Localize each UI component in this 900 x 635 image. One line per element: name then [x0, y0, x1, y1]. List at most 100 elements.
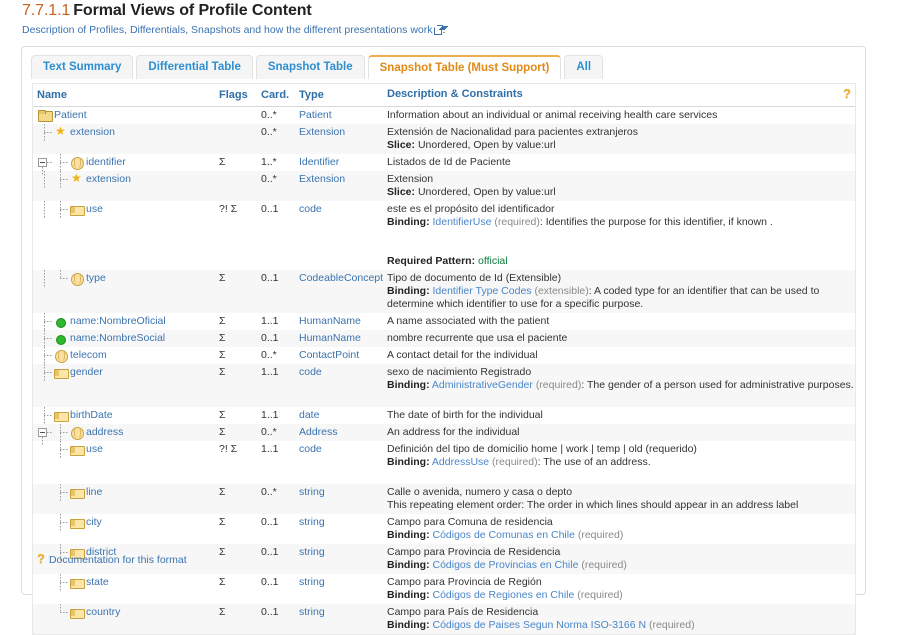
tab-all[interactable]: All	[564, 55, 603, 79]
cell-description: Listados de Id de Paciente	[383, 154, 856, 171]
description-text: : The gender of a person used for admini…	[581, 379, 853, 391]
binding-link[interactable]: Códigos de Comunas en Chile	[433, 529, 575, 541]
cell-type: Extension	[295, 171, 383, 201]
cell-flags: Σ	[215, 604, 257, 634]
binding-link[interactable]: AddressUse	[432, 456, 489, 468]
expand-collapse-toggle[interactable]	[37, 156, 53, 169]
description-line: A name associated with the patient	[387, 315, 854, 328]
type-link[interactable]: string	[299, 486, 325, 498]
element-name-link[interactable]: type	[86, 272, 106, 284]
description-text: This repeating element order: The order …	[387, 499, 798, 511]
cell-flags: Σ	[215, 544, 257, 574]
type-link[interactable]: ContactPoint	[299, 349, 359, 361]
cell-description: Definición del tipo de domicilio home | …	[383, 441, 856, 484]
cell-name: Patient	[33, 107, 215, 125]
tab-differential-table[interactable]: Differential Table	[136, 55, 252, 79]
description-line: Extension	[387, 173, 854, 186]
binding-link[interactable]: IdentifierUse	[433, 216, 492, 228]
subtitle-link[interactable]: Description of Profiles, Differentials, …	[22, 24, 433, 36]
description-text: sexo de nacimiento Registrado	[387, 366, 531, 378]
tab-snapshot-table[interactable]: Snapshot Table	[256, 55, 365, 79]
description-text: este es el propósito del identificador	[387, 203, 555, 215]
cell-name: identifier	[33, 154, 215, 171]
tab-snapshot-table-must-support[interactable]: Snapshot Table (Must Support)	[368, 55, 562, 79]
cell-type: string	[295, 574, 383, 604]
cell-name: use	[33, 201, 215, 270]
type-link[interactable]: string	[299, 606, 325, 618]
expand-collapse-toggle[interactable]	[37, 426, 53, 439]
cell-cardinality: 0..*	[257, 171, 295, 201]
type-link[interactable]: string	[299, 546, 325, 558]
element-name-link[interactable]: state	[86, 576, 109, 588]
element-name-link[interactable]: name:NombreSocial	[70, 332, 165, 344]
description-text: Unordered, Open by value:url	[418, 186, 556, 198]
column-header-type: Type	[295, 84, 383, 107]
cell-description: Information about an individual or anima…	[383, 107, 856, 125]
element-name-link[interactable]: country	[86, 606, 120, 618]
column-header-card: Card.	[257, 84, 295, 107]
tree-guide	[37, 332, 53, 345]
type-link[interactable]: Identifier	[299, 156, 339, 168]
description-spacer	[387, 392, 854, 405]
type-link[interactable]: Extension	[299, 126, 345, 138]
tree-guide	[37, 315, 53, 328]
element-name-link[interactable]: telecom	[70, 349, 107, 361]
element-name-link[interactable]: use	[86, 443, 103, 455]
description-line: Calle o avenida, numero y casa o depto	[387, 486, 854, 499]
element-name-link[interactable]: address	[86, 426, 123, 438]
collapse-box-icon[interactable]	[38, 158, 47, 167]
binding-link[interactable]: Identifier Type Codes	[433, 285, 532, 297]
tree-guide	[37, 576, 53, 589]
type-link[interactable]: HumanName	[299, 332, 361, 344]
table-row: birthDateΣ1..1dateThe date of birth for …	[33, 407, 856, 424]
element-name-link[interactable]: Patient	[54, 109, 87, 121]
datatype-icon	[53, 349, 70, 362]
binding-link[interactable]: Códigos de Provincias en Chile	[433, 559, 579, 571]
cell-flags: Σ	[215, 347, 257, 364]
binding-strength: (required)	[494, 216, 540, 228]
element-name-link[interactable]: gender	[70, 366, 103, 378]
element-name-link[interactable]: birthDate	[70, 409, 113, 421]
binding-strength: (required)	[581, 559, 627, 571]
type-link[interactable]: Patient	[299, 109, 332, 121]
cell-flags: Σ	[215, 407, 257, 424]
help-icon[interactable]: ?	[843, 88, 851, 99]
type-link[interactable]: date	[299, 409, 319, 421]
tab-text-summary[interactable]: Text Summary	[31, 55, 133, 79]
description-line: Listados de Id de Paciente	[387, 156, 854, 169]
cell-name: line	[33, 484, 215, 514]
element-name-link[interactable]: extension	[86, 173, 131, 185]
type-link[interactable]: HumanName	[299, 315, 361, 327]
description-label: Slice:	[387, 186, 415, 198]
collapse-box-icon[interactable]	[38, 428, 47, 437]
type-link[interactable]: string	[299, 576, 325, 588]
description-label: Binding:	[387, 619, 430, 631]
type-link[interactable]: code	[299, 443, 322, 455]
primitive-icon	[69, 203, 86, 216]
tree-guide	[53, 426, 69, 439]
cell-description: nombre recurrente que usa el paciente	[383, 330, 856, 347]
documentation-link[interactable]: Documentation for this format	[49, 554, 187, 566]
description-spacer	[387, 229, 854, 242]
element-name-link[interactable]: extension	[70, 126, 115, 138]
binding-link[interactable]: AdministrativeGender	[432, 379, 533, 391]
help-icon-footer[interactable]: ?	[37, 553, 45, 564]
element-name-link[interactable]: use	[86, 203, 103, 215]
element-name-link[interactable]: identifier	[86, 156, 126, 168]
element-name-link[interactable]: name:NombreOficial	[70, 315, 166, 327]
element-name-link[interactable]: line	[86, 486, 102, 498]
cell-name: extension	[33, 124, 215, 154]
type-link[interactable]: string	[299, 516, 325, 528]
tree-guide	[53, 606, 69, 619]
datatype-icon	[69, 272, 86, 285]
type-link[interactable]: CodeableConcept	[299, 272, 383, 284]
type-link[interactable]: code	[299, 366, 322, 378]
tree-guide	[37, 516, 53, 529]
binding-link[interactable]: Códigos de Regiones en Chile	[433, 589, 575, 601]
binding-link[interactable]: Códigos de Paises Segun Norma ISO-3166 N	[433, 619, 647, 631]
cell-name: use	[33, 441, 215, 484]
type-link[interactable]: code	[299, 203, 322, 215]
element-name-link[interactable]: city	[86, 516, 102, 528]
type-link[interactable]: Address	[299, 426, 338, 438]
type-link[interactable]: Extension	[299, 173, 345, 185]
